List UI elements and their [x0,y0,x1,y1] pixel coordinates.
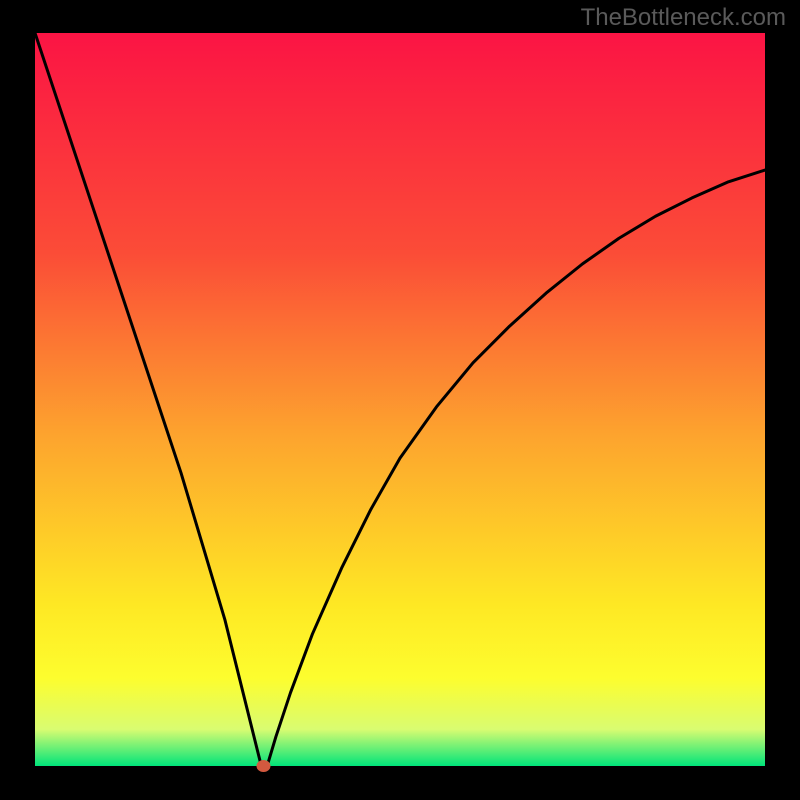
minimum-marker [256,760,270,772]
plot-background [35,33,765,766]
chart-frame: TheBottleneck.com [0,0,800,800]
chart-svg [0,0,800,800]
watermark-text: TheBottleneck.com [581,4,786,32]
